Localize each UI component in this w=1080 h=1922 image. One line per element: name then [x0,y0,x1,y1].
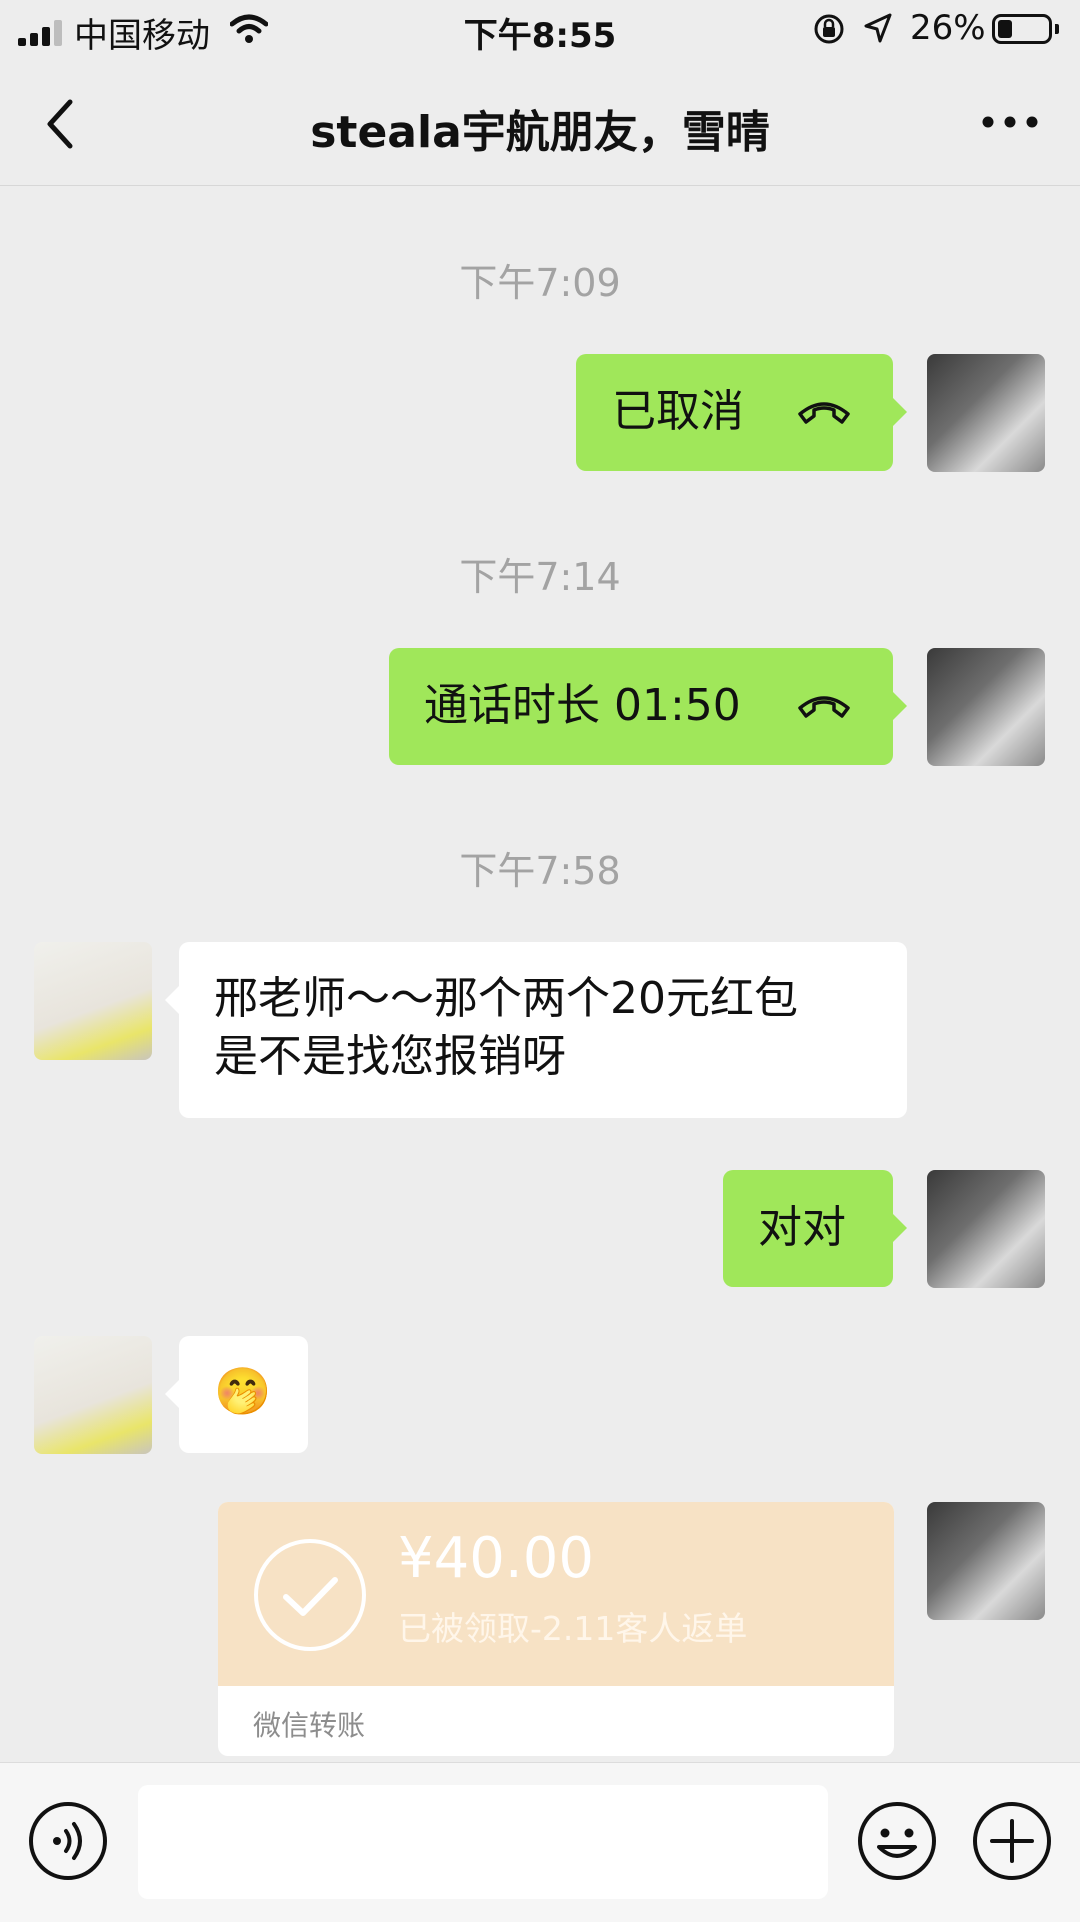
emoji-message-bubble[interactable]: 🤭 [165,1336,308,1453]
voice-icon[interactable] [28,1801,108,1881]
call-status-text: 已取消 [612,386,744,437]
phone-hangup-icon [798,402,850,424]
battery-icon [992,14,1059,44]
hand-over-mouth-emoji-icon: 🤭 [214,1364,272,1418]
status-bar: 中国移动 下午8:55 26% [0,0,1080,60]
rotation-lock-icon [814,14,844,44]
chat-title: steala宇航朋友，雪晴 [310,107,770,158]
call-duration-text: 通话时长 01:50 [424,680,741,731]
location-icon [864,13,892,43]
text-message-bubble[interactable]: 对对 [723,1170,907,1287]
message-timestamp: 下午7:09 [459,261,621,305]
avatar[interactable] [34,942,152,1060]
emoji-icon[interactable] [857,1801,937,1881]
message-input[interactable] [138,1785,828,1899]
call-record-bubble[interactable]: 已取消 [576,354,907,471]
transfer-status: 已被领取-2.11客人返单 [398,1609,748,1648]
text-message-bubble[interactable]: 邢老师～～那个两个20元红包 是不是找您报销呀 [165,942,907,1118]
avatar[interactable] [34,1336,152,1454]
message-text-line: 是不是找您报销呀 [214,1031,566,1082]
more-icon[interactable] [980,108,1040,136]
transfer-card[interactable]: ¥40.00 已被领取-2.11客人返单 微信转账 [218,1502,894,1756]
plus-icon[interactable] [972,1801,1052,1881]
avatar[interactable] [927,648,1045,766]
nav-bar: steala宇航朋友，雪晴 [0,60,1080,186]
transfer-card-header: ¥40.00 已被领取-2.11客人返单 [218,1502,894,1686]
avatar[interactable] [927,1502,1045,1620]
battery-percent: 26% [910,8,986,48]
avatar[interactable] [927,1170,1045,1288]
message-timestamp: 下午7:58 [459,849,621,893]
avatar[interactable] [927,354,1045,472]
message-timestamp: 下午7:14 [459,555,621,599]
message-text: 对对 [758,1202,846,1253]
transfer-amount: ¥40.00 [398,1526,594,1591]
transfer-label: 微信转账 [253,1709,366,1742]
phone-hangup-icon [798,696,850,718]
back-icon[interactable] [40,94,80,154]
message-text-line: 邢老师～～那个两个20元红包 [214,973,798,1024]
input-bar [0,1762,1080,1922]
call-record-bubble[interactable]: 通话时长 01:50 [389,648,907,765]
check-circle-icon [254,1539,366,1651]
